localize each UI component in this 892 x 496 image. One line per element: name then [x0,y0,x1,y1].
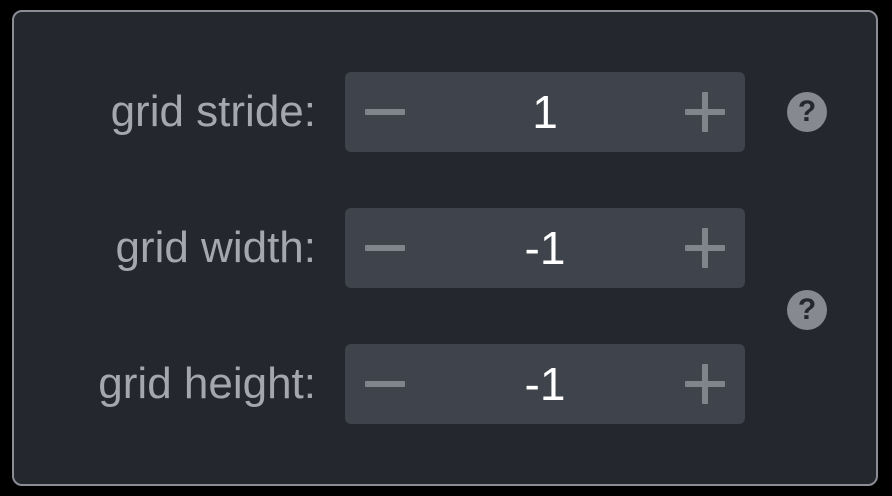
grid-stride-help-icon[interactable]: ? [787,92,827,132]
minus-icon [365,381,405,387]
grid-height-label: grid height: [98,359,316,408]
minus-icon [365,109,405,115]
grid-stride-value[interactable]: 1 [425,72,665,152]
grid-stride-row: grid stride: 1 [14,72,876,152]
grid-width-increment-button[interactable] [665,208,745,288]
grid-settings-panel: grid stride: 1 grid width: -1 grid heigh… [12,10,878,486]
grid-width-row: grid width: -1 [14,208,876,288]
grid-height-decrement-button[interactable] [345,344,425,424]
grid-size-help-icon[interactable]: ? [787,290,827,330]
grid-height-row: grid height: -1 [14,344,876,424]
grid-width-label: grid width: [115,223,316,272]
grid-height-stepper[interactable]: -1 [345,344,745,424]
grid-height-increment-button[interactable] [665,344,745,424]
grid-width-decrement-button[interactable] [345,208,425,288]
grid-stride-increment-button[interactable] [665,72,745,152]
grid-stride-decrement-button[interactable] [345,72,425,152]
grid-width-value[interactable]: -1 [425,208,665,288]
grid-stride-label: grid stride: [110,87,316,136]
minus-icon [365,245,405,251]
grid-stride-stepper[interactable]: 1 [345,72,745,152]
grid-height-value[interactable]: -1 [425,344,665,424]
grid-width-stepper[interactable]: -1 [345,208,745,288]
